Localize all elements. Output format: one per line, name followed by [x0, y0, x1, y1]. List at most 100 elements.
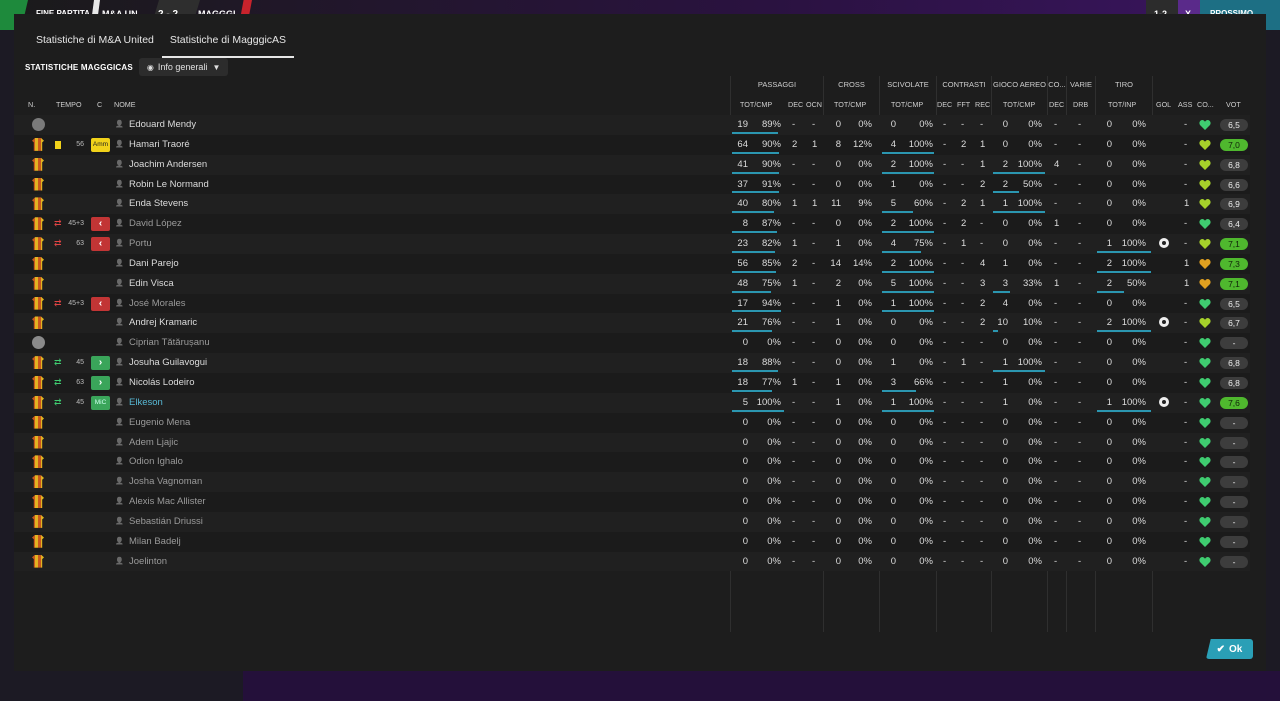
column-header-vot[interactable]: VOT — [1226, 96, 1241, 114]
column-header-aereo_tot[interactable]: TOT/CMP — [1003, 96, 1035, 114]
pass-completion-bar — [732, 270, 777, 273]
table-row[interactable]: 👤 Sebastián Driussi 0 0% - -0 0% 0 0% - - -0 0% - -0 0%… — [14, 511, 1250, 532]
condition-heart-icon — [1199, 437, 1211, 449]
contrasti-fft: 1 — [961, 238, 967, 250]
column-header-gol[interactable]: GOL — [1156, 96, 1171, 114]
column-header-con_rec[interactable]: REC — [975, 96, 990, 114]
headers-pct: 10% — [1022, 317, 1042, 329]
match-rating: - — [1220, 337, 1248, 350]
table-row[interactable]: 👤 Dani Parejo 56 85% 2-14 14% 2 100% - -4 1 0% - -2 10… — [14, 253, 1250, 274]
player-name: Nicolás Lodeiro — [129, 376, 195, 388]
column-header-cross_tot[interactable]: TOT/CMP — [834, 96, 866, 114]
contrasti-dec: - — [943, 277, 947, 289]
column-header-pass_tot[interactable]: TOT/CMP — [740, 96, 772, 114]
shot-accuracy-bar — [1097, 290, 1124, 293]
shots-total: 0 — [1106, 297, 1112, 309]
passes-total: 0 — [742, 337, 748, 349]
passes-pct: 0% — [767, 436, 781, 448]
tab-away-stats[interactable]: Statistiche di MagggicAS — [161, 28, 295, 58]
person-icon: 👤 — [115, 339, 124, 347]
table-row[interactable]: ⇄ 45 MiC 👤 Elkeson 5 100% - -1 0% 1 100% - - -1 0% - -1 10… — [14, 392, 1250, 413]
table-row[interactable]: 👤 Edin Visca 48 75% 1-2 0% 5 100% - -3 3 33% 1-2 50% 1… — [14, 273, 1250, 294]
table-row[interactable]: 👤 Enda Stevens 40 80% 1 1 11 9% 5 60% -2 1 1 100% - -0 0… — [14, 194, 1250, 215]
table-row[interactable]: 👤 Eugenio Mena 0 0% - -0 0% 0 0% - - -0 0% - -0 0% - - — [14, 412, 1250, 433]
chances-created: - — [812, 456, 816, 468]
table-row[interactable]: ⇄ 63 ‹ 👤 Portu 23 82% 1-1 0% 4 75% -1-0 0% - -1 100% -7,… — [14, 234, 1250, 254]
column-header-c[interactable]: C — [97, 96, 102, 114]
tackles-pct: 0% — [919, 337, 933, 349]
chances-created: - — [812, 317, 816, 329]
co-dec: - — [1054, 555, 1058, 567]
dribbles: - — [1078, 317, 1082, 329]
table-row[interactable]: ⇄ 45+3 ‹ 👤 José Morales 17 94% - -1 0% 1 100% - -2 4 0%… — [14, 293, 1250, 314]
column-header-n[interactable]: N. — [28, 96, 35, 114]
assists: - — [1184, 138, 1188, 150]
column-header-con_dec[interactable]: DEC — [937, 96, 952, 114]
crosses-total: 2 — [835, 277, 841, 289]
table-row[interactable]: 👤 Ciprian Tătărușanu 0 0% - -0 0% 0 0% - - -0 0% - -0 0… — [14, 333, 1250, 354]
crosses-pct: 0% — [858, 535, 872, 547]
column-header-pass_dec[interactable]: DEC — [788, 96, 803, 114]
tab-home-stats[interactable]: Statistiche di M&A United — [28, 28, 162, 56]
column-header-co[interactable]: CO... — [1197, 96, 1214, 114]
column-header-co_dec[interactable]: DEC — [1049, 96, 1064, 114]
decisive-passes: - — [792, 436, 796, 448]
contrasti-fft: 2 — [961, 138, 967, 150]
column-header-sciv_tot[interactable]: TOT/CMP — [891, 96, 923, 114]
dribbles: - — [1078, 257, 1082, 269]
table-row[interactable]: 👤 Milan Badelj 0 0% - -0 0% 0 0% - - -0 0% - -0 0% - - — [14, 531, 1250, 552]
table-row[interactable]: 👤 Alexis Mac Allister 0 0% - -0 0% 0 0% - - -0 0% - -0… — [14, 492, 1250, 512]
assists: - — [1184, 218, 1188, 230]
column-header-pass_ocn[interactable]: OCN — [806, 96, 822, 114]
crosses-pct: 0% — [858, 238, 872, 250]
co-dec: - — [1054, 297, 1058, 309]
tackles-pct: 0% — [919, 357, 933, 369]
condition-heart-icon — [1199, 317, 1211, 329]
match-rating: - — [1220, 496, 1248, 509]
crosses-pct: 9% — [858, 198, 872, 210]
dribbles: - — [1078, 138, 1082, 150]
decisive-passes: - — [792, 317, 796, 329]
column-header-ass[interactable]: ASS — [1178, 96, 1192, 114]
tackles-total: 1 — [890, 357, 896, 369]
contrasti-rec: 2 — [980, 317, 986, 329]
table-row[interactable]: 👤 Andrej Kramaric 21 76% - -1 0% 0 0% - -2 10 10% - -2… — [14, 313, 1250, 334]
match-rating: 6,8 — [1220, 357, 1248, 370]
view-dropdown[interactable]: ◉ Info generali ▼ — [138, 58, 229, 76]
table-row[interactable]: 👤 Joelinton 0 0% - -0 0% 0 0% - - -0 0% - -0 0% - - — [14, 551, 1250, 572]
table-row[interactable]: 👤 Odion Ighalo 0 0% - -0 0% 0 0% - - -0 0% - -0 0% - - — [14, 452, 1250, 473]
column-header-con_fft[interactable]: FFT — [957, 96, 970, 114]
tackle-completion-bar — [882, 151, 934, 154]
table-row[interactable]: 👤 Joachim Andersen 41 90% - -0 0% 2 100% - -1 2 100%… — [14, 154, 1250, 175]
dribbles: - — [1078, 337, 1082, 349]
chances-created: - — [812, 297, 816, 309]
table-row[interactable]: 👤 Josha Vagnoman 0 0% - -0 0% 0 0% - - -0 0% - -0 0% - - — [14, 472, 1250, 493]
column-header-tempo[interactable]: TEMPO — [56, 96, 82, 114]
table-row[interactable]: 👤 Adem Ljajic 0 0% - -0 0% 0 0% - - -0 0% - -0 0% - - — [14, 432, 1250, 453]
table-row[interactable]: 56 Amm 👤 Hamari Traoré 64 90% 2 1 8 12% 4 100% -2 1 0 0… — [14, 134, 1250, 155]
table-row[interactable]: ⇄ 45 › 👤 Josuha Guilavogui 18 88% - -0 0% 1 0% -1-1 1… — [14, 353, 1250, 373]
headers-total: 0 — [1002, 515, 1008, 527]
condition-heart-icon — [1199, 337, 1211, 349]
match-rating: - — [1220, 555, 1248, 568]
condition-heart-icon — [1199, 258, 1211, 270]
crosses-total: 0 — [835, 218, 841, 230]
contrasti-rec: - — [980, 535, 984, 547]
headers-total: 0 — [1002, 337, 1008, 349]
match-rating: 6,5 — [1220, 119, 1248, 131]
table-row[interactable]: 👤 Edouard Mendy 19 89% - -0 0% 0 0% - - -0 0% - -0 0% -6… — [14, 115, 1250, 135]
ok-button[interactable]: ✔ Ok — [1206, 639, 1253, 659]
table-row[interactable]: ⇄ 45+3 ‹ 👤 David López 8 87% - -0 0% 2 100% -2-0 0% 1-… — [14, 214, 1250, 235]
column-header-tiro_tot[interactable]: TOT/INP — [1108, 96, 1136, 114]
table-row[interactable]: 👤 Robin Le Normand 37 91% - -0 0% 1 0% - -2 2 50% - -0… — [14, 174, 1250, 195]
passes-pct: 0% — [767, 337, 781, 349]
column-header-varie_drb[interactable]: DRB — [1073, 96, 1088, 114]
column-header-nome[interactable]: NOME — [114, 96, 136, 114]
passes-pct: 0% — [767, 496, 781, 508]
ok-label: Ok — [1229, 643, 1243, 655]
decisive-passes: - — [792, 297, 796, 309]
contrasti-fft: - — [961, 277, 965, 289]
assists: - — [1184, 238, 1188, 250]
chances-created: - — [812, 218, 816, 230]
table-row[interactable]: ⇄ 63 › 👤 Nicolás Lodeiro 18 77% 1-1 0% 3 66% - - -1 0%… — [14, 372, 1250, 393]
